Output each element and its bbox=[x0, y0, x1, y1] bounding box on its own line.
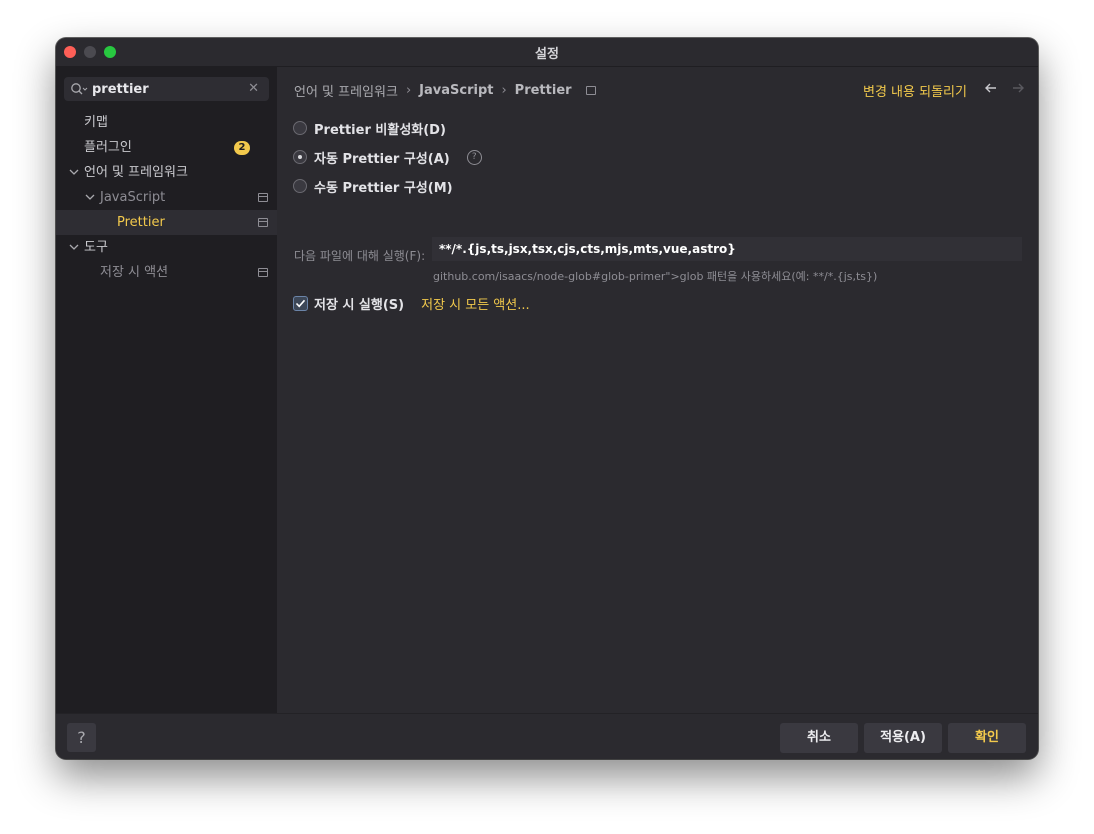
tree-item-label: 언어 및 프레임워크 bbox=[84, 165, 188, 180]
breadcrumb-languages[interactable]: 언어 및 프레임워크 bbox=[294, 81, 398, 100]
tree-item-label: 키맵 bbox=[84, 115, 108, 130]
breadcrumb-prettier: Prettier bbox=[514, 83, 572, 98]
option-label: 수동 Prettier 구성(M) bbox=[314, 180, 453, 196]
all-save-actions-link[interactable]: 저장 시 모든 액션... bbox=[421, 294, 530, 313]
clear-search-icon[interactable]: ✕ bbox=[248, 81, 259, 96]
revert-changes-link[interactable]: 변경 내용 되돌리기 bbox=[863, 81, 967, 100]
option-label: Prettier 비활성화(D) bbox=[314, 122, 446, 138]
cancel-button[interactable]: 취소 bbox=[780, 723, 858, 753]
dialog-footer: ? 취소 적용(A) 확인 bbox=[56, 713, 1038, 759]
apply-button[interactable]: 적용(A) bbox=[864, 723, 942, 753]
project-settings-icon bbox=[258, 218, 268, 227]
tree-item-label: 플러그인 bbox=[84, 140, 132, 155]
search-icon[interactable] bbox=[70, 82, 88, 96]
tree-item-label: Prettier bbox=[117, 215, 165, 230]
project-settings-icon bbox=[585, 86, 596, 95]
settings-content: 언어 및 프레임워크 › JavaScript › Prettier 변경 내용… bbox=[277, 67, 1038, 713]
project-settings-icon bbox=[258, 193, 268, 202]
plugins-count-badge: 2 bbox=[234, 141, 250, 155]
arrow-back-icon[interactable] bbox=[983, 80, 999, 96]
run-on-save-row: 저장 시 실행(S) 저장 시 모든 액션... bbox=[293, 294, 530, 313]
help-button[interactable]: ? bbox=[67, 723, 96, 752]
tree-item-label: JavaScript bbox=[100, 190, 166, 205]
radio-button[interactable] bbox=[293, 179, 307, 193]
breadcrumb-separator: › bbox=[405, 83, 412, 98]
breadcrumb: 언어 및 프레임워크 › JavaScript › Prettier bbox=[294, 81, 596, 100]
window-controls bbox=[64, 46, 116, 58]
radio-button[interactable] bbox=[293, 121, 307, 135]
option-disable-prettier[interactable]: Prettier 비활성화(D) bbox=[293, 119, 446, 138]
arrow-forward-icon[interactable] bbox=[1010, 80, 1026, 96]
tree-item-keymap[interactable]: 키맵 bbox=[56, 110, 277, 135]
chevron-down-icon[interactable] bbox=[85, 192, 95, 202]
tree-item-prettier[interactable]: Prettier bbox=[56, 210, 277, 235]
tree-item-label: 도구 bbox=[84, 240, 108, 255]
run-for-files-input[interactable] bbox=[432, 237, 1022, 261]
settings-sidebar: ✕ 키맵 플러그인 2 언어 및 프레임워크 JavaScript Pretti… bbox=[56, 67, 277, 713]
tree-item-plugins[interactable]: 플러그인 2 bbox=[56, 135, 277, 160]
settings-window: 설정 ✕ 키맵 플러그인 2 언어 및 프레임 bbox=[56, 38, 1038, 759]
option-label: 자동 Prettier 구성(A) bbox=[314, 151, 450, 167]
run-on-save-checkbox[interactable] bbox=[293, 296, 308, 311]
glob-hint-text: github.com/isaacs/node-glob#glob-primer"… bbox=[433, 270, 878, 283]
option-manual-prettier[interactable]: 수동 Prettier 구성(M) bbox=[293, 177, 453, 196]
tree-item-javascript[interactable]: JavaScript bbox=[56, 185, 277, 210]
tree-item-label: 저장 시 액션 bbox=[100, 265, 169, 280]
radio-button-selected[interactable] bbox=[293, 150, 307, 164]
ok-button[interactable]: 확인 bbox=[948, 723, 1026, 753]
chevron-down-icon[interactable] bbox=[69, 167, 79, 177]
search-input[interactable] bbox=[92, 81, 242, 97]
project-settings-icon bbox=[258, 268, 268, 277]
tree-item-save-actions[interactable]: 저장 시 액션 bbox=[56, 260, 277, 285]
title-bar: 설정 bbox=[56, 38, 1038, 67]
chevron-down-icon[interactable] bbox=[69, 242, 79, 252]
tree-item-tools[interactable]: 도구 bbox=[56, 235, 277, 260]
window-title: 설정 bbox=[535, 46, 559, 62]
run-on-save-label[interactable]: 저장 시 실행(S) bbox=[314, 294, 404, 313]
breadcrumb-separator: › bbox=[501, 83, 507, 98]
help-icon[interactable]: ? bbox=[466, 149, 482, 165]
close-window-button[interactable] bbox=[64, 46, 76, 58]
maximize-window-button[interactable] bbox=[104, 46, 116, 58]
breadcrumb-javascript[interactable]: JavaScript bbox=[419, 83, 493, 98]
checkmark-icon bbox=[295, 299, 306, 308]
settings-tree: 키맵 플러그인 2 언어 및 프레임워크 JavaScript Prettier bbox=[56, 110, 277, 285]
option-auto-prettier[interactable]: 자동 Prettier 구성(A) ? bbox=[293, 148, 482, 167]
minimize-window-button[interactable] bbox=[84, 46, 96, 58]
tree-item-languages[interactable]: 언어 및 프레임워크 bbox=[56, 160, 277, 185]
settings-search: ✕ bbox=[64, 77, 269, 101]
run-for-files-label: 다음 파일에 대해 실행(F): bbox=[294, 249, 426, 263]
